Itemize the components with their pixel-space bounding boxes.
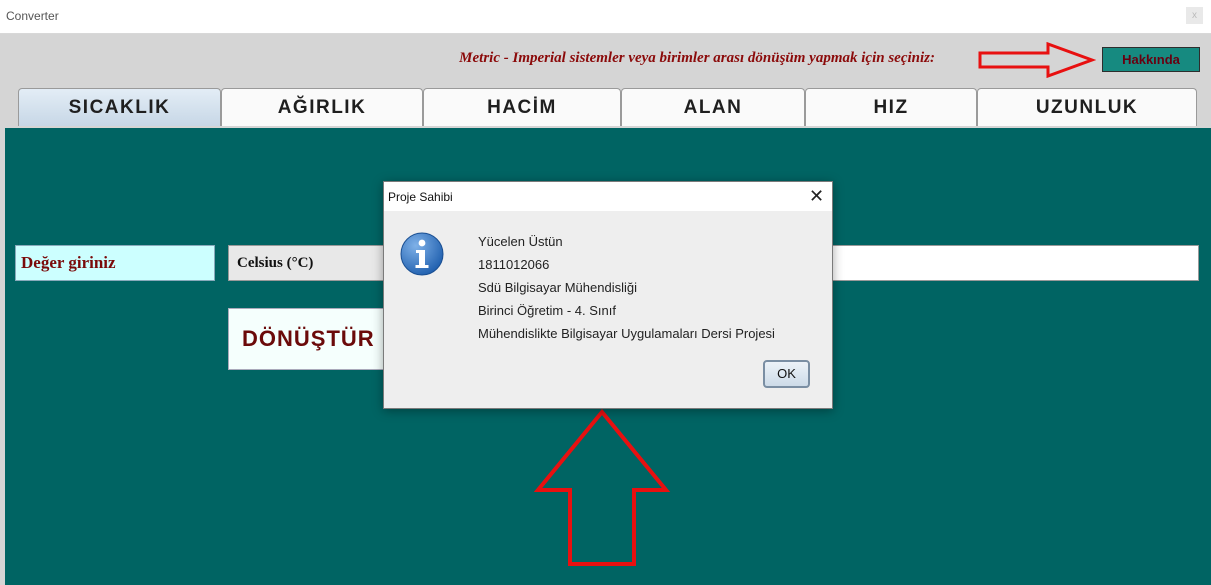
info-icon xyxy=(400,232,444,276)
dialog-close-icon[interactable]: ✕ xyxy=(809,186,824,206)
about-dialog: Proje Sahibi ✕ Yücelen Üstün 1811012066 … xyxy=(383,181,833,409)
project-info: Mühendislikte Bilgisayar Uygulamaları De… xyxy=(478,326,775,341)
department: Sdü Bilgisayar Mühendisliği xyxy=(478,280,637,295)
class-info: Birinci Öğretim - 4. Sınıf xyxy=(478,303,616,318)
about-button[interactable]: Hakkında xyxy=(1102,47,1200,72)
annotation-arrow-right xyxy=(978,42,1096,78)
dialog-message: Yücelen Üstün 1811012066 Sdü Bilgisayar … xyxy=(478,230,775,345)
unit-select[interactable]: Celsius (°C) xyxy=(228,245,388,281)
value-label: Değer giriniz xyxy=(15,245,215,281)
tab-hacim[interactable]: HACİM xyxy=(423,88,621,126)
dialog-body: Yücelen Üstün 1811012066 Sdü Bilgisayar … xyxy=(384,211,832,408)
convert-button[interactable]: DÖNÜŞTÜR xyxy=(228,308,388,370)
tab-bar: SICAKLIK AĞIRLIK HACİM ALAN HIZ UZUNLUK xyxy=(0,86,1211,128)
tab-hiz[interactable]: HIZ xyxy=(805,88,977,126)
dialog-title: Proje Sahibi xyxy=(388,190,453,204)
dialog-titlebar: Proje Sahibi ✕ xyxy=(384,182,832,211)
tab-uzunluk[interactable]: UZUNLUK xyxy=(977,88,1197,126)
instruction-text: Metric - Imperial sistemler veya birimle… xyxy=(459,50,935,66)
ok-button[interactable]: OK xyxy=(763,360,810,388)
tab-agirlik[interactable]: AĞIRLIK xyxy=(221,88,423,126)
window-titlebar: Converter x xyxy=(0,0,1211,34)
tab-alan[interactable]: ALAN xyxy=(621,88,805,126)
annotation-arrow-up xyxy=(533,408,671,566)
student-number: 1811012066 xyxy=(478,257,550,272)
tab-sicaklik[interactable]: SICAKLIK xyxy=(18,88,221,126)
owner-name: Yücelen Üstün xyxy=(478,234,563,249)
window-close-button[interactable]: x xyxy=(1186,7,1203,24)
value-input[interactable] xyxy=(828,245,1199,281)
window-title: Converter xyxy=(6,9,59,23)
